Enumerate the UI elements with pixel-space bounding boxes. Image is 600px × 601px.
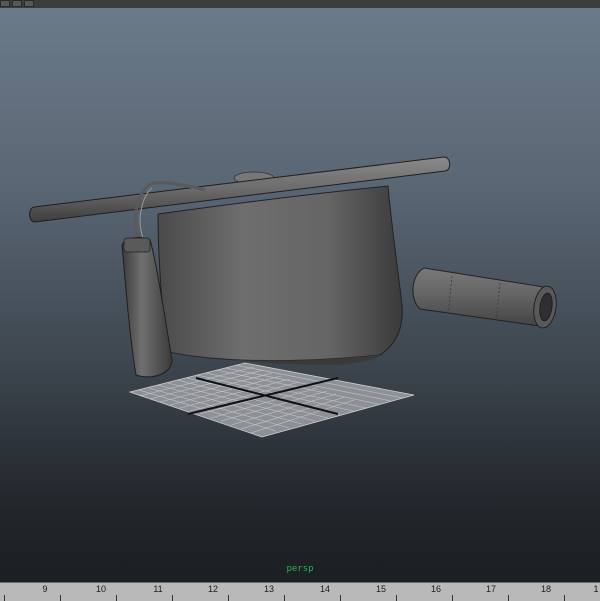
camera-button[interactable] — [12, 0, 22, 7]
timeline-tick: 1 — [593, 584, 599, 594]
timeline-major-tick — [228, 595, 229, 601]
diploma-scroll — [412, 267, 557, 329]
timeline-tick: 16 — [430, 584, 442, 594]
scene-render — [29, 156, 557, 438]
timeline-tick: 14 — [319, 584, 331, 594]
timeline-tick: 15 — [375, 584, 387, 594]
timeline-major-tick — [508, 595, 509, 601]
timeline-major-tick — [452, 595, 453, 601]
timeline-tick: 9 — [42, 584, 48, 594]
timeline-tick: 10 — [95, 584, 107, 594]
timeline-tick: 12 — [207, 584, 219, 594]
timeline-ruler[interactable]: 9 10 11 12 13 14 15 16 17 18 1 — [0, 582, 600, 601]
cap-body — [157, 185, 403, 365]
timeline-major-tick — [340, 595, 341, 601]
timeline-tick: 11 — [153, 584, 163, 594]
timeline-major-tick — [396, 595, 397, 601]
timeline-tick: 18 — [540, 584, 552, 594]
timeline-major-tick — [4, 595, 5, 601]
timeline-major-tick — [564, 595, 565, 601]
timeline-major-tick — [116, 595, 117, 601]
view-menu-button[interactable] — [0, 0, 10, 7]
3d-viewport[interactable]: persp — [0, 8, 600, 582]
timeline-tick: 13 — [263, 584, 275, 594]
tool-button[interactable] — [24, 0, 34, 7]
ground-grid — [128, 362, 415, 438]
camera-label: persp — [286, 564, 314, 574]
timeline-major-tick — [60, 595, 61, 601]
timeline-tick: 17 — [485, 584, 497, 594]
timeline-major-tick — [284, 595, 285, 601]
timeline-major-tick — [172, 595, 173, 601]
